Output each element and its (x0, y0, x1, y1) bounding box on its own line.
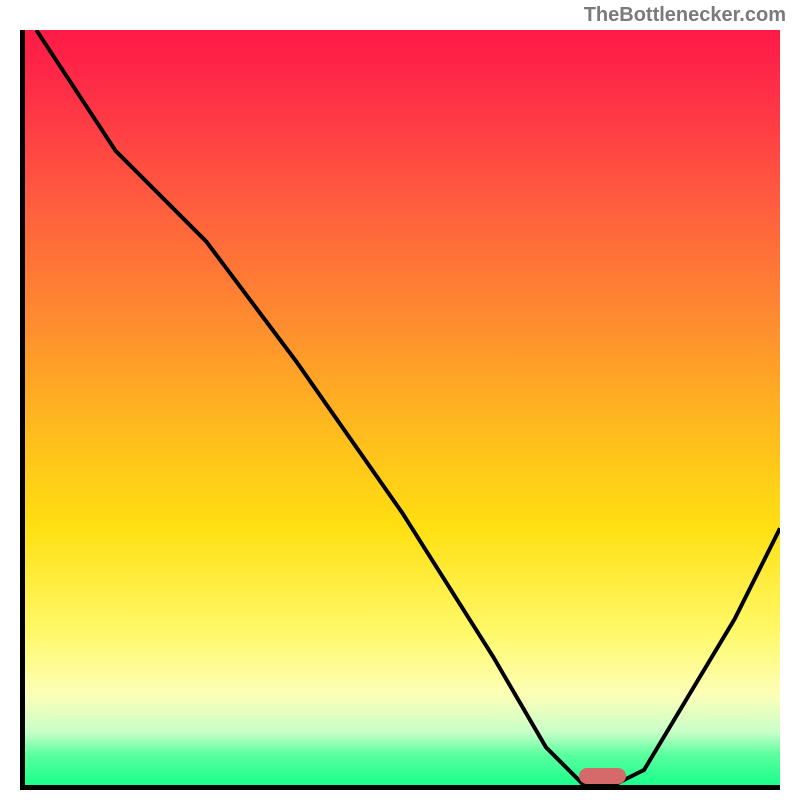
curve-path (36, 30, 780, 785)
bottleneck-curve (25, 30, 780, 785)
chart-plot-area (20, 30, 780, 790)
optimal-marker (579, 768, 627, 784)
attribution-watermark: TheBottlenecker.com (584, 4, 786, 27)
